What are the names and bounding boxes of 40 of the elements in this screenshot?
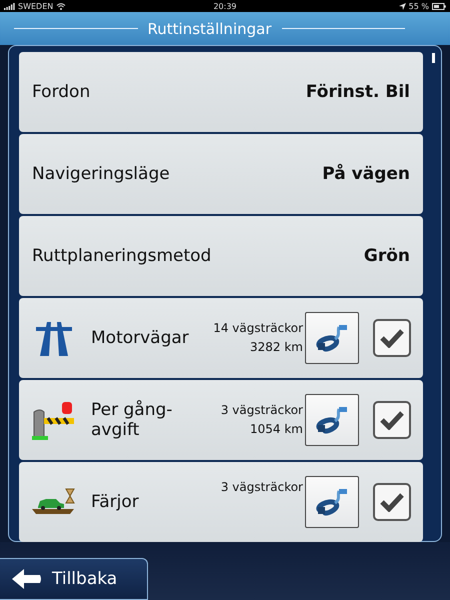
road-type-label: Färjor <box>91 492 140 512</box>
winding-road-icon <box>315 405 349 435</box>
winding-road-icon <box>315 487 349 517</box>
setting-value: På vägen <box>322 164 410 184</box>
location-arrow-icon <box>398 2 406 10</box>
setting-row[interactable]: Fordon Förinst. Bil <box>19 52 423 132</box>
show-route-button[interactable] <box>305 312 359 364</box>
segment-count: 3 vägsträckor <box>220 479 303 496</box>
setting-value: Grön <box>364 246 410 266</box>
checkbox[interactable] <box>373 319 411 357</box>
winding-road-icon <box>315 323 349 353</box>
setting-label: Ruttplaneringsmetod <box>32 246 212 266</box>
checkbox[interactable] <box>373 401 411 439</box>
show-route-button[interactable] <box>305 394 359 446</box>
battery-percent: 55 % <box>408 2 429 10</box>
checkmark-icon <box>380 328 404 348</box>
setting-value: Förinst. Bil <box>306 82 410 102</box>
back-arrow-icon <box>12 569 42 589</box>
checkbox[interactable] <box>373 483 411 521</box>
back-button[interactable]: Tillbaka <box>0 558 148 600</box>
distance-text: 1054 km <box>249 421 303 438</box>
segment-count: 3 vägsträckor <box>220 402 303 419</box>
road-type-label: Motorvägar <box>91 328 190 348</box>
setting-row[interactable]: Navigeringsläge På vägen <box>19 134 423 214</box>
wifi-icon <box>56 2 66 10</box>
checkmark-icon <box>380 492 404 512</box>
carrier-name: SWEDEN <box>18 2 54 10</box>
battery-icon <box>432 2 446 10</box>
setting-label: Navigeringsläge <box>32 164 170 184</box>
setting-label: Fordon <box>32 82 90 102</box>
setting-row[interactable]: Ruttplaneringsmetod Grön <box>19 216 423 296</box>
scrollbar <box>432 53 435 63</box>
segment-count: 14 vägsträckor <box>212 320 303 337</box>
signal-icon <box>4 2 15 10</box>
road-type-label: Per gång-avgift <box>91 400 174 440</box>
distance-text: 3282 km <box>249 339 303 356</box>
page-title: Ruttinställningar <box>148 20 272 38</box>
show-route-button[interactable] <box>305 476 359 528</box>
checkmark-icon <box>380 410 404 430</box>
clock-time: 20:39 <box>213 2 237 10</box>
